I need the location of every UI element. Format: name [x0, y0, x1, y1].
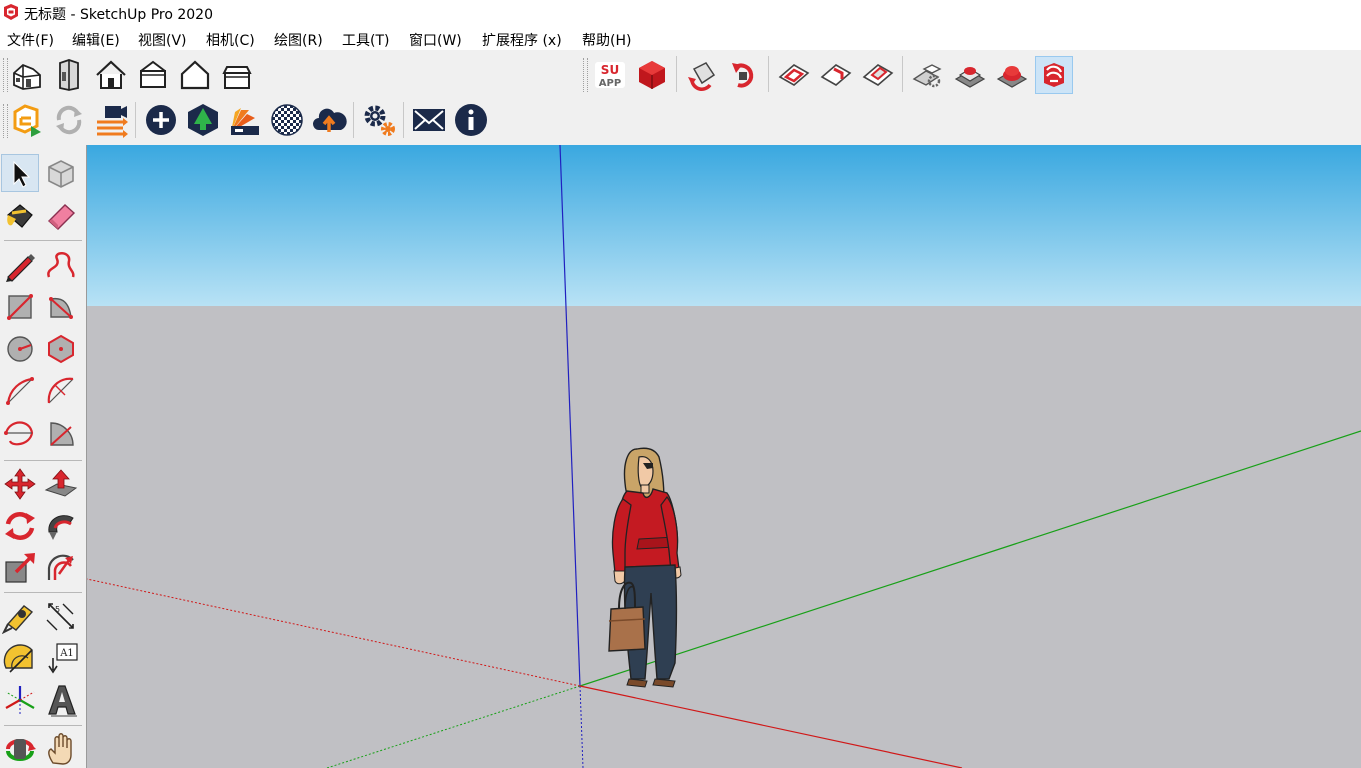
- eraser-icon[interactable]: [42, 196, 80, 234]
- import-export-icon[interactable]: [92, 101, 130, 139]
- su-app-icon[interactable]: SU APP: [591, 56, 629, 94]
- three-point-arc-icon[interactable]: [1, 414, 39, 452]
- offset-icon[interactable]: [42, 549, 80, 587]
- add-circle-icon[interactable]: [142, 101, 180, 139]
- redo-arrow-icon[interactable]: [725, 56, 763, 94]
- su-app-label-top: SU: [601, 63, 619, 77]
- pie-icon[interactable]: [42, 414, 80, 452]
- text-label-icon[interactable]: A1: [42, 639, 80, 677]
- menu-tools[interactable]: 工具(T): [342, 30, 389, 50]
- menu-bar: 文件(F) 编辑(E) 视图(V) 相机(C) 绘图(R) 工具(T) 窗口(W…: [0, 26, 1361, 50]
- circle-icon[interactable]: [1, 330, 39, 368]
- left-toolbar: 5 A1: [0, 145, 87, 768]
- axes-icon[interactable]: [1, 681, 39, 719]
- menu-window[interactable]: 窗口(W): [409, 30, 462, 50]
- menu-help[interactable]: 帮助(H): [582, 30, 631, 50]
- refresh-icon[interactable]: [50, 101, 88, 139]
- follow-me-icon[interactable]: [42, 507, 80, 545]
- settings-gears-icon[interactable]: [360, 101, 398, 139]
- dimension-icon[interactable]: 5: [42, 597, 80, 635]
- section-cut-icon[interactable]: [859, 56, 897, 94]
- rectangle-icon[interactable]: [1, 288, 39, 326]
- text-label-caption: A1: [59, 648, 74, 659]
- red-button-icon[interactable]: [993, 56, 1031, 94]
- sky: [87, 145, 1361, 306]
- solid-tools-icon[interactable]: [951, 56, 989, 94]
- menu-view[interactable]: 视图(V): [138, 30, 187, 50]
- front-back-view-icon[interactable]: [50, 56, 88, 94]
- toolbar-separator: [902, 56, 903, 92]
- extensions-toolbar: SU APP: [580, 52, 1078, 98]
- title-bar: 无标题 - SketchUp Pro 2020: [0, 0, 1361, 26]
- iso-view-icon[interactable]: [8, 56, 46, 94]
- arc-icon[interactable]: [1, 372, 39, 410]
- mail-icon[interactable]: [410, 101, 448, 139]
- toolbar-separator: [353, 102, 354, 138]
- menu-draw[interactable]: 绘图(R): [274, 30, 323, 50]
- scale-icon[interactable]: [1, 549, 39, 587]
- menu-camera[interactable]: 相机(C): [206, 30, 255, 50]
- views-toolbar: [0, 52, 262, 98]
- rotated-rectangle-icon[interactable]: [42, 288, 80, 326]
- window-title: 无标题 - SketchUp Pro 2020: [24, 7, 213, 23]
- undo-arrow-icon[interactable]: [683, 56, 721, 94]
- scene-canvas[interactable]: [87, 145, 1361, 768]
- toolbar-separator: [4, 592, 82, 593]
- front-view-icon[interactable]: [134, 56, 172, 94]
- pencil-line-icon[interactable]: [1, 246, 39, 284]
- freehand-icon[interactable]: [42, 246, 80, 284]
- paint-bucket-icon[interactable]: [1, 196, 39, 234]
- sketchup-icon[interactable]: [1035, 56, 1073, 94]
- move-icon[interactable]: [1, 465, 39, 503]
- checker-sphere-icon[interactable]: [268, 101, 306, 139]
- section-display-icon[interactable]: [817, 56, 855, 94]
- toolbar-separator: [676, 56, 677, 92]
- cloud-upload-icon[interactable]: [310, 101, 348, 139]
- section-plane-icon[interactable]: [775, 56, 813, 94]
- toolbar-area: SU APP: [0, 50, 1361, 145]
- menu-edit[interactable]: 编辑(E): [72, 30, 120, 50]
- make-component-icon[interactable]: [42, 154, 80, 192]
- red-cube-icon[interactable]: [633, 56, 671, 94]
- info-icon[interactable]: [452, 101, 490, 139]
- protractor-icon[interactable]: [1, 639, 39, 677]
- tree-warehouse-icon[interactable]: [184, 101, 222, 139]
- menu-extensions[interactable]: 扩展程序 (x): [482, 30, 562, 50]
- toolbar-separator: [403, 102, 404, 138]
- toolbar-separator: [4, 725, 82, 726]
- right-view-icon[interactable]: [176, 56, 214, 94]
- warehouse-toolbar: [0, 98, 494, 144]
- 3d-viewport[interactable]: [87, 145, 1361, 768]
- su-app-label-bottom: APP: [599, 78, 621, 89]
- toolbar-separator: [4, 240, 82, 241]
- pan-hand-icon[interactable]: [42, 730, 80, 768]
- two-point-arc-icon[interactable]: [42, 372, 80, 410]
- material-swatch-icon[interactable]: [226, 101, 264, 139]
- tape-measure-icon[interactable]: [1, 597, 39, 635]
- rotate-icon[interactable]: [1, 507, 39, 545]
- ground-plane: [87, 306, 1361, 768]
- toolbar-separator: [135, 102, 136, 138]
- component-options-icon[interactable]: [909, 56, 947, 94]
- menu-file[interactable]: 文件(F): [7, 30, 54, 50]
- orbit-icon[interactable]: [1, 730, 39, 768]
- toolbar-separator: [768, 56, 769, 92]
- select-arrow-icon[interactable]: [1, 154, 39, 192]
- 3d-text-icon[interactable]: [42, 681, 80, 719]
- sketchup-logo-icon: [4, 4, 18, 20]
- extension-manager-icon[interactable]: [8, 101, 46, 139]
- svg-text:5: 5: [55, 605, 60, 614]
- push-pull-icon[interactable]: [42, 465, 80, 503]
- toolbar-grip[interactable]: [583, 58, 588, 92]
- toolbar-separator: [4, 460, 82, 461]
- back-view-icon[interactable]: [218, 56, 256, 94]
- top-view-icon[interactable]: [92, 56, 130, 94]
- polygon-icon[interactable]: [42, 330, 80, 368]
